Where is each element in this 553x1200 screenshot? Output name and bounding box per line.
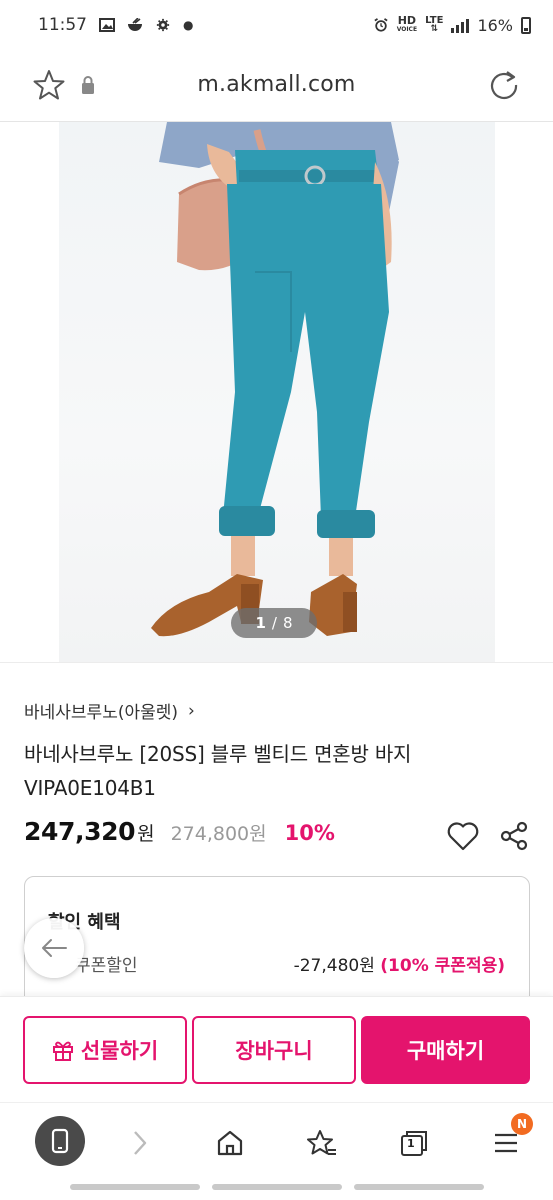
home-button[interactable] bbox=[206, 1119, 254, 1167]
chevron-right-icon bbox=[134, 1131, 147, 1155]
coupon-value: -27,480원 (10% 쿠폰적용) bbox=[294, 951, 505, 976]
original-price: 274,800원 bbox=[170, 823, 267, 845]
share-icon[interactable] bbox=[498, 820, 530, 852]
buy-button[interactable]: 구매하기 bbox=[361, 1016, 530, 1084]
bookmarks-button[interactable] bbox=[298, 1119, 346, 1167]
new-badge: N bbox=[511, 1113, 533, 1135]
reload-icon[interactable] bbox=[487, 68, 521, 102]
forward-button[interactable] bbox=[116, 1119, 164, 1167]
cart-button[interactable]: 장바구니 bbox=[192, 1016, 356, 1084]
brand-name: 바네사브루노(아울렛) bbox=[24, 703, 179, 723]
status-right: HD VOICE LTE ⇅ 16% bbox=[373, 14, 531, 35]
gift-icon bbox=[52, 1041, 73, 1061]
tabs-button[interactable]: 1 bbox=[390, 1119, 438, 1167]
back-button[interactable] bbox=[24, 918, 84, 978]
coupon-note: (10% 쿠폰적용) bbox=[380, 956, 505, 976]
discount-rate: 10% bbox=[284, 821, 335, 845]
menu-button[interactable]: N bbox=[482, 1113, 533, 1167]
hd-voice-icon: HD VOICE bbox=[396, 14, 418, 34]
battery-icon bbox=[521, 16, 531, 34]
battery-percent: 16% bbox=[477, 15, 513, 35]
food-notification-icon bbox=[128, 18, 142, 31]
sale-price-unit: 원 bbox=[137, 823, 155, 845]
sale-price: 247,320 bbox=[24, 817, 136, 846]
browser-url-bar[interactable]: m.akmall.com bbox=[0, 50, 553, 122]
gesture-bar-center bbox=[212, 1184, 342, 1190]
device-mode-button[interactable] bbox=[35, 1116, 85, 1166]
phone-icon bbox=[51, 1128, 69, 1154]
gesture-bar-left bbox=[70, 1184, 200, 1190]
image-counter-separator: / bbox=[271, 614, 277, 632]
coupon-label: 쿠폰할인 bbox=[75, 956, 138, 976]
tabs-count: 1 bbox=[407, 1137, 415, 1150]
url-text[interactable]: m.akmall.com bbox=[0, 72, 553, 97]
lte-icon: LTE ⇅ bbox=[425, 15, 444, 34]
image-counter-current: 1 bbox=[255, 614, 266, 632]
product-image-gallery[interactable] bbox=[59, 122, 495, 662]
gift-label: 선물하기 bbox=[80, 1039, 159, 1063]
image-counter: 1 / 8 bbox=[231, 608, 317, 638]
price-row: 247,320 원 274,800원 10% bbox=[24, 817, 335, 851]
status-bar: 11:57 ● HD VOICE LTE ⇅ 16% bbox=[0, 0, 553, 50]
alarm-icon bbox=[374, 18, 388, 32]
home-icon bbox=[217, 1130, 243, 1156]
coupon-amount: -27,480원 bbox=[293, 956, 375, 976]
image-counter-total: 8 bbox=[282, 614, 293, 632]
gift-button[interactable]: 선물하기 bbox=[23, 1016, 187, 1084]
cart-label: 장바구니 bbox=[235, 1039, 313, 1063]
product-title: 바네사브루노 [20SS] 블루 벨티드 면혼방 바지 VIPA0E104B1 bbox=[24, 742, 412, 800]
more-notifications-dot-icon: ● bbox=[183, 18, 194, 32]
status-left: 11:57 ● bbox=[38, 15, 193, 35]
menu-icon bbox=[495, 1133, 517, 1153]
divider bbox=[0, 662, 553, 663]
gesture-bar-right bbox=[354, 1184, 484, 1190]
wishlist-heart-icon[interactable] bbox=[446, 820, 480, 852]
purchase-action-bar: 선물하기 장바구니 구매하기 bbox=[0, 996, 553, 1102]
brand-link[interactable]: 바네사브루노(아울렛) › bbox=[24, 698, 195, 724]
hd-sub-label: VOICE bbox=[396, 26, 418, 33]
buy-label: 구매하기 bbox=[406, 1039, 485, 1063]
settings-notification-icon bbox=[156, 18, 170, 32]
chevron-right-icon: › bbox=[188, 700, 195, 721]
signal-strength-icon bbox=[451, 17, 470, 33]
status-time: 11:57 bbox=[38, 15, 87, 35]
product-photo bbox=[151, 122, 399, 637]
arrow-left-icon bbox=[42, 939, 67, 957]
star-list-icon bbox=[307, 1130, 336, 1155]
gallery-notification-icon bbox=[99, 18, 115, 32]
hd-label: HD bbox=[397, 14, 417, 27]
